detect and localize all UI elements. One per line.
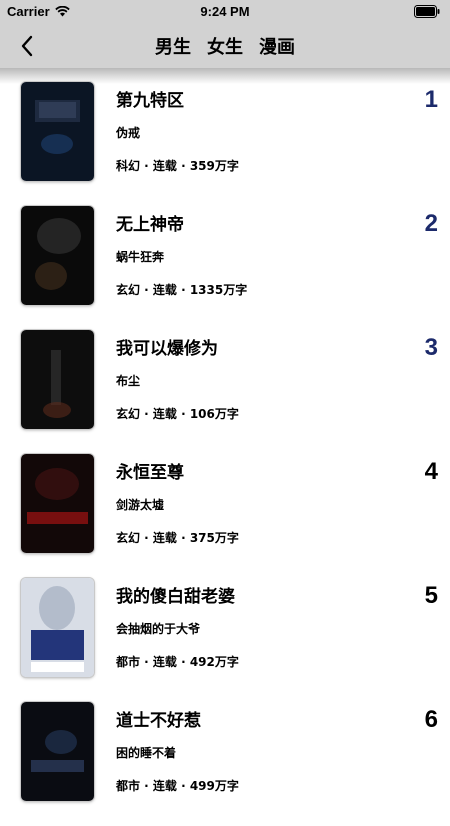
book-rank: 5 [424, 582, 438, 609]
book-rank: 1 [424, 86, 438, 113]
book-cover[interactable] [21, 330, 94, 429]
book-meta: 都市 · 连载 · 492万字 [116, 655, 239, 669]
book-rank: 2 [424, 210, 438, 237]
book-title: 永恒至尊 [116, 463, 184, 483]
book-cover-image [21, 454, 94, 553]
book-cover-image [21, 82, 94, 181]
book-meta: 玄幻 · 连载 · 375万字 [116, 531, 239, 545]
book-item[interactable]: 我的傻白甜老婆 会抽烟的于大爷 都市 · 连载 · 492万字 5 [0, 578, 450, 702]
book-title: 我的傻白甜老婆 [116, 587, 235, 607]
book-author: 蜗牛狂奔 [116, 250, 165, 264]
tab-female[interactable]: 女生 [207, 33, 243, 59]
book-cover[interactable] [21, 702, 94, 801]
book-author: 布尘 [116, 374, 141, 388]
book-author: 剑游太墟 [116, 498, 165, 512]
book-author: 伪戒 [116, 126, 141, 140]
book-title: 无上神帝 [116, 215, 184, 235]
book-author: 困的睡不着 [116, 746, 177, 760]
status-time: 9:24 PM [200, 4, 250, 19]
book-cover-image [21, 578, 94, 677]
book-item[interactable]: 无上神帝 蜗牛狂奔 玄幻 · 连载 · 1335万字 2 [0, 206, 450, 330]
book-cover-image [21, 206, 94, 305]
book-list: 第九特区 伪戒 科幻 · 连载 · 359万字 1 无上神帝 蜗牛狂奔 玄幻 ·… [0, 82, 450, 826]
battery-icon [414, 5, 440, 18]
status-bar: Carrier 9:24 PM [0, 0, 450, 24]
book-item[interactable]: 道士不好惹 困的睡不着 都市 · 连载 · 499万字 6 [0, 702, 450, 826]
book-author: 会抽烟的于大爷 [116, 622, 201, 636]
book-rank: 6 [424, 706, 438, 733]
book-meta: 玄幻 · 连载 · 106万字 [116, 407, 239, 421]
book-title: 道士不好惹 [116, 711, 201, 731]
tab-male[interactable]: 男生 [155, 33, 191, 59]
book-cover[interactable] [21, 454, 94, 553]
tab-comics[interactable]: 漫画 [259, 33, 295, 59]
nav-bar: 男生 女生 漫画 [0, 24, 450, 68]
book-cover[interactable] [21, 82, 94, 181]
book-cover[interactable] [21, 578, 94, 677]
book-item[interactable]: 我可以爆修为 布尘 玄幻 · 连载 · 106万字 3 [0, 330, 450, 454]
book-item[interactable]: 第九特区 伪戒 科幻 · 连载 · 359万字 1 [0, 82, 450, 206]
book-cover-image [21, 702, 94, 801]
book-title: 我可以爆修为 [116, 339, 218, 359]
book-cover[interactable] [21, 206, 94, 305]
book-meta: 玄幻 · 连载 · 1335万字 [116, 283, 248, 297]
book-rank: 4 [424, 458, 438, 485]
book-meta: 都市 · 连载 · 499万字 [116, 779, 239, 793]
book-title: 第九特区 [116, 91, 184, 111]
book-meta: 科幻 · 连载 · 359万字 [116, 159, 239, 173]
nav-tabs: 男生 女生 漫画 [0, 24, 450, 68]
book-cover-image [21, 330, 94, 429]
book-item[interactable]: 永恒至尊 剑游太墟 玄幻 · 连载 · 375万字 4 [0, 454, 450, 578]
book-rank: 3 [424, 334, 438, 361]
